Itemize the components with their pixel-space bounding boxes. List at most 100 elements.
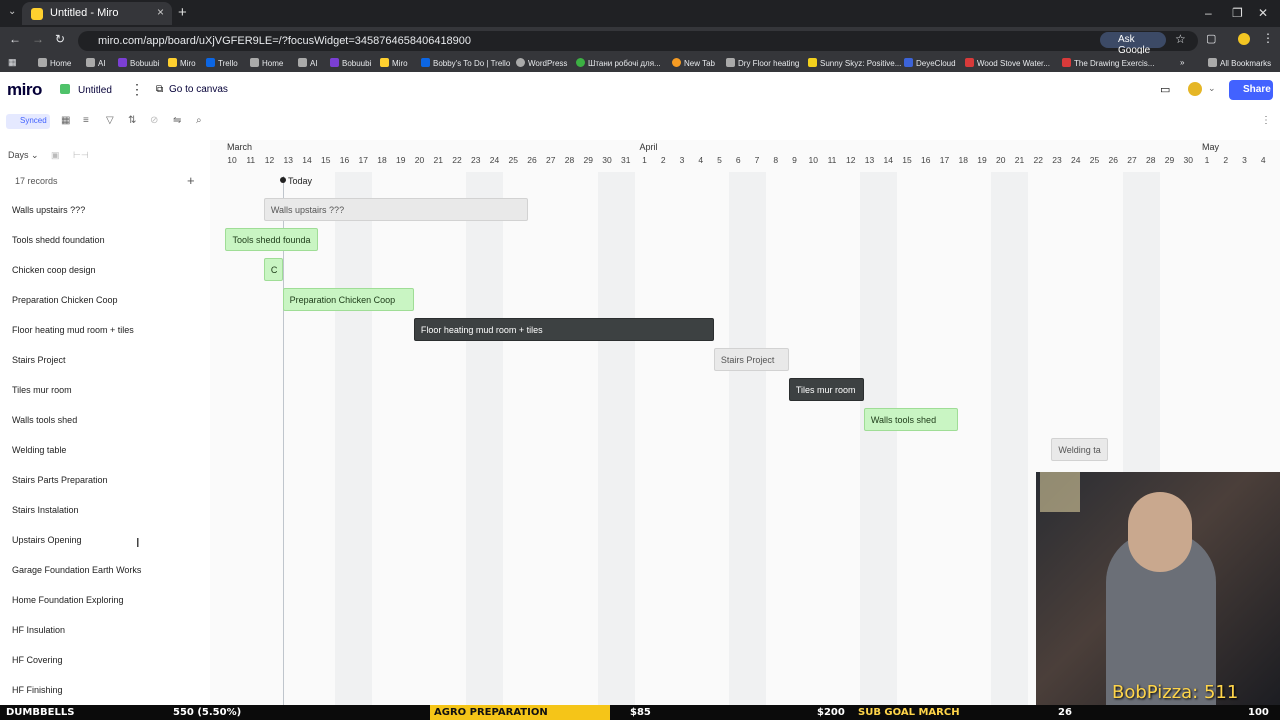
- bookmark-bobbys-todo[interactable]: Bobby's To Do | Trello: [421, 58, 510, 68]
- bookmark-sunny-skyz[interactable]: Sunny Skyz: Positive...: [808, 58, 901, 68]
- synced-badge[interactable]: Synced: [6, 114, 50, 129]
- bobuubi-icon: [330, 58, 339, 67]
- group-icon[interactable]: ≡: [83, 115, 89, 126]
- ask-google-button[interactable]: Ask Google: [1100, 32, 1166, 56]
- record-row-label[interactable]: Walls tools shed: [12, 415, 77, 425]
- timeline-bar[interactable]: Stairs Project: [713, 348, 789, 371]
- record-row-label[interactable]: Chicken coop design: [12, 265, 96, 275]
- miro-logo[interactable]: miro: [7, 80, 42, 100]
- timeline-bar[interactable]: Tools shedd founda: [225, 228, 319, 251]
- hide-icon[interactable]: ⊘: [150, 115, 158, 126]
- record-row-label[interactable]: Garage Foundation Earth Works: [12, 565, 141, 575]
- record-row-label[interactable]: Preparation Chicken Coop: [12, 295, 118, 305]
- extensions-icon[interactable]: ▢: [1206, 32, 1216, 45]
- sun-icon: [808, 58, 817, 67]
- close-tab-icon[interactable]: ×: [157, 5, 164, 19]
- share-button[interactable]: Share: [1229, 80, 1273, 100]
- bookmark-deyecloud[interactable]: DeyeCloud: [904, 58, 956, 68]
- calendar-icon[interactable]: ▣: [51, 150, 60, 161]
- bookmark-miro[interactable]: Miro: [168, 58, 196, 68]
- bookmark-star-icon[interactable]: ☆: [1175, 32, 1186, 46]
- chevron-down-icon[interactable]: ⌄: [1208, 83, 1216, 94]
- board-icon: [60, 84, 70, 94]
- board-title[interactable]: Untitled: [78, 85, 112, 96]
- url-bar[interactable]: miro.com/app/board/uXjVGFER9LE=/?focusWi…: [78, 31, 1198, 51]
- day-label: 12: [264, 155, 275, 165]
- close-window-icon[interactable]: ✕: [1258, 6, 1268, 20]
- all-bookmarks[interactable]: All Bookmarks: [1208, 58, 1271, 68]
- record-row-label[interactable]: Stairs Instalation: [12, 505, 79, 515]
- shop-icon: [576, 58, 585, 67]
- timeline-bar[interactable]: Tiles mur room: [788, 378, 864, 401]
- record-row-label[interactable]: Tools shedd foundation: [12, 235, 105, 245]
- timeline-bar[interactable]: Preparation Chicken Coop: [282, 288, 414, 311]
- new-tab-icon[interactable]: +: [178, 4, 187, 21]
- share-label: Share: [1243, 84, 1271, 95]
- reload-icon[interactable]: ↻: [55, 32, 65, 46]
- record-row-label[interactable]: Tiles mur room: [12, 385, 72, 395]
- maximize-icon[interactable]: ❐: [1232, 6, 1243, 20]
- tab-list-icon[interactable]: ⌄: [8, 6, 16, 17]
- collapse-icon[interactable]: ⊢⊣: [73, 150, 89, 161]
- ticker-item: DUMBBELLS: [6, 707, 75, 718]
- bookmark-ai[interactable]: AI: [86, 58, 106, 68]
- toolbar-more-icon[interactable]: ⋮: [1261, 115, 1271, 126]
- day-label: 17: [358, 155, 368, 165]
- bookmark-wordpress[interactable]: WordPress: [516, 58, 567, 68]
- timeline-bar[interactable]: Walls tools shed: [863, 408, 958, 431]
- timeline-bar[interactable]: C: [263, 258, 283, 281]
- profile-avatar[interactable]: [1238, 33, 1250, 45]
- record-row-label[interactable]: Floor heating mud room + tiles: [12, 325, 134, 335]
- miro-icon: [168, 58, 177, 67]
- day-label: 8: [773, 155, 779, 165]
- go-to-canvas-button[interactable]: Go to canvas: [169, 84, 228, 95]
- video-call-icon[interactable]: ▭: [1160, 83, 1170, 96]
- day-label: 15: [902, 155, 912, 165]
- bookmark-miro-2[interactable]: Miro: [380, 58, 408, 68]
- bookmark-bobuubi-2[interactable]: Bobuubi: [330, 58, 371, 68]
- apps-icon[interactable]: ▦: [8, 57, 17, 68]
- new-tab-icon: [672, 58, 681, 67]
- bookmark-shtany[interactable]: Штани робочі для...: [576, 58, 661, 68]
- back-icon[interactable]: ←: [9, 32, 21, 46]
- more-bookmarks-icon[interactable]: »: [1180, 58, 1184, 67]
- record-row-label[interactable]: Stairs Parts Preparation: [12, 475, 108, 485]
- record-row-label[interactable]: Upstairs Opening: [12, 535, 82, 545]
- filter-icon[interactable]: ▽: [106, 115, 114, 126]
- timeline-bar[interactable]: Welding ta: [1051, 438, 1108, 461]
- record-row-label[interactable]: HF Covering: [12, 655, 63, 665]
- bookmark-new-tab[interactable]: New Tab: [672, 58, 715, 68]
- table-view-icon[interactable]: ▦: [61, 115, 70, 126]
- add-record-icon[interactable]: +: [187, 173, 195, 188]
- timeline-bar[interactable]: Walls upstairs ???: [263, 198, 529, 221]
- minimize-icon[interactable]: –: [1205, 6, 1212, 20]
- weekend-band: [466, 172, 504, 705]
- record-row-label[interactable]: Home Foundation Exploring: [12, 595, 124, 605]
- bookmark-home-2[interactable]: Home: [250, 58, 283, 68]
- record-row-label[interactable]: HF Finishing: [12, 685, 63, 695]
- bookmark-wood-stove[interactable]: Wood Stove Water...: [965, 58, 1050, 68]
- record-row-label[interactable]: Stairs Project: [12, 355, 66, 365]
- bookmark-trello[interactable]: Trello: [206, 58, 238, 68]
- trello-icon: [206, 58, 215, 67]
- bookmark-home[interactable]: Home: [38, 58, 71, 68]
- bookmark-dry-floor[interactable]: Dry Floor heating: [726, 58, 799, 68]
- settings-sliders-icon[interactable]: ⇋: [173, 115, 181, 126]
- record-row-label[interactable]: Welding table: [12, 445, 66, 455]
- bookmark-ai-2[interactable]: AI: [298, 58, 318, 68]
- user-avatar[interactable]: [1188, 82, 1202, 96]
- day-label: 30: [1183, 155, 1193, 165]
- record-row-label[interactable]: HF Insulation: [12, 625, 65, 635]
- record-row-label[interactable]: Walls upstairs ???: [12, 205, 85, 215]
- search-icon[interactable]: ⌕: [196, 115, 202, 126]
- sort-icon[interactable]: ⇅: [128, 115, 136, 126]
- bookmark-drawing[interactable]: The Drawing Exercis...: [1062, 58, 1154, 68]
- scale-selector[interactable]: Days ⌄: [8, 150, 39, 161]
- browser-tab[interactable]: Untitled - Miro ×: [22, 2, 172, 25]
- board-menu-icon[interactable]: ⋮: [130, 81, 144, 98]
- browser-menu-icon[interactable]: ⋮: [1262, 31, 1274, 45]
- day-label: 14: [883, 155, 893, 165]
- timeline-bar[interactable]: Floor heating mud room + tiles: [413, 318, 714, 341]
- forward-icon[interactable]: →: [32, 32, 44, 46]
- bookmark-bobuubi[interactable]: Bobuubi: [118, 58, 159, 68]
